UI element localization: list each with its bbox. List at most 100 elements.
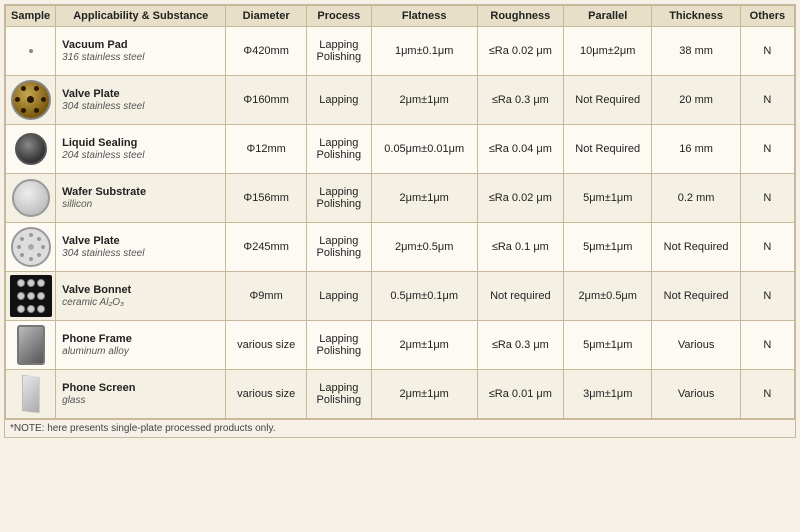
- item-subtitle: 316 stainless steel: [62, 52, 144, 63]
- item-name: Phone Screen: [62, 382, 135, 394]
- diameter-cell: various size: [226, 321, 307, 370]
- process-cell: Lapping Polishing: [306, 223, 371, 272]
- item-name: Wafer Substrate: [62, 186, 146, 198]
- item-subtitle: glass: [62, 395, 85, 406]
- others-cell: N: [740, 125, 794, 174]
- item-name: Phone Frame: [62, 333, 132, 345]
- col-sample: Sample: [6, 6, 56, 27]
- table-row: Valve Plate304 stainless steelΦ160mmLapp…: [6, 76, 795, 125]
- process-cell: Lapping Polishing: [306, 174, 371, 223]
- diameter-cell: various size: [226, 370, 307, 419]
- col-thickness: Thickness: [652, 6, 740, 27]
- item-name: Valve Plate: [62, 88, 120, 100]
- thickness-cell: 16 mm: [652, 125, 740, 174]
- flatness-cell: 2μm±1μm: [371, 370, 477, 419]
- sample-image: [9, 29, 53, 73]
- item-name-cell: Vacuum Pad316 stainless steel: [56, 27, 226, 76]
- roughness-cell: ≤Ra 0.02 μm: [477, 174, 563, 223]
- col-others: Others: [740, 6, 794, 27]
- item-name-cell: Phone Screenglass: [56, 370, 226, 419]
- table-row: Valve Bonnetceramic Al₂O₃Φ9mmLapping0.5μ…: [6, 272, 795, 321]
- col-flatness: Flatness: [371, 6, 477, 27]
- col-roughness: Roughness: [477, 6, 563, 27]
- item-name: Valve Bonnet: [62, 284, 131, 296]
- parallel-cell: 2μm±0.5μm: [564, 272, 652, 321]
- table-row: Vacuum Pad316 stainless steelΦ420mmLappi…: [6, 27, 795, 76]
- sample-image-cell: [6, 370, 56, 419]
- diameter-cell: Φ9mm: [226, 272, 307, 321]
- sample-image: [9, 127, 53, 171]
- diameter-cell: Φ245mm: [226, 223, 307, 272]
- process-cell: Lapping: [306, 272, 371, 321]
- thickness-cell: 0.2 mm: [652, 174, 740, 223]
- roughness-cell: ≤Ra 0.02 μm: [477, 27, 563, 76]
- specifications-table: Sample Applicability & Substance Diamete…: [5, 5, 795, 419]
- others-cell: N: [740, 223, 794, 272]
- table-note: *NOTE: here presents single-plate proces…: [5, 419, 795, 437]
- item-subtitle: ceramic Al₂O₃: [62, 297, 124, 308]
- table-row: Phone Framealuminum alloyvarious sizeLap…: [6, 321, 795, 370]
- item-subtitle: 204 stainless steel: [62, 150, 144, 161]
- thickness-cell: 38 mm: [652, 27, 740, 76]
- parallel-cell: 5μm±1μm: [564, 321, 652, 370]
- diameter-cell: Φ160mm: [226, 76, 307, 125]
- item-name: Valve Plate: [62, 235, 120, 247]
- parallel-cell: Not Required: [564, 76, 652, 125]
- flatness-cell: 2μm±1μm: [371, 76, 477, 125]
- sample-image: [9, 78, 53, 122]
- sample-image: [9, 323, 53, 367]
- sample-image: [9, 225, 53, 269]
- sample-image-cell: [6, 174, 56, 223]
- flatness-cell: 2μm±0.5μm: [371, 223, 477, 272]
- parallel-cell: Not Required: [564, 125, 652, 174]
- col-diameter: Diameter: [226, 6, 307, 27]
- sample-image-cell: [6, 223, 56, 272]
- table-row: Valve Plate304 stainless steelΦ245mmLapp…: [6, 223, 795, 272]
- item-name-cell: Valve Plate304 stainless steel: [56, 223, 226, 272]
- others-cell: N: [740, 76, 794, 125]
- sample-image: [9, 274, 53, 318]
- roughness-cell: ≤Ra 0.04 μm: [477, 125, 563, 174]
- flatness-cell: 0.05μm±0.01μm: [371, 125, 477, 174]
- thickness-cell: 20 mm: [652, 76, 740, 125]
- parallel-cell: 5μm±1μm: [564, 223, 652, 272]
- item-name-cell: Valve Bonnetceramic Al₂O₃: [56, 272, 226, 321]
- others-cell: N: [740, 321, 794, 370]
- item-subtitle: aluminum alloy: [62, 346, 129, 357]
- process-cell: Lapping Polishing: [306, 125, 371, 174]
- sample-image: [9, 176, 53, 220]
- item-name-cell: Phone Framealuminum alloy: [56, 321, 226, 370]
- diameter-cell: Φ12mm: [226, 125, 307, 174]
- table-row: Wafer SubstratesilliconΦ156mmLapping Pol…: [6, 174, 795, 223]
- item-name-cell: Liquid Sealing204 stainless steel: [56, 125, 226, 174]
- table-row: Liquid Sealing204 stainless steelΦ12mmLa…: [6, 125, 795, 174]
- parallel-cell: 3μm±1μm: [564, 370, 652, 419]
- roughness-cell: ≤Ra 0.1 μm: [477, 223, 563, 272]
- parallel-cell: 5μm±1μm: [564, 174, 652, 223]
- flatness-cell: 2μm±1μm: [371, 174, 477, 223]
- parallel-cell: 10μm±2μm: [564, 27, 652, 76]
- process-cell: Lapping: [306, 76, 371, 125]
- others-cell: N: [740, 27, 794, 76]
- sample-image-cell: [6, 27, 56, 76]
- item-name-cell: Valve Plate304 stainless steel: [56, 76, 226, 125]
- thickness-cell: Various: [652, 321, 740, 370]
- item-name: Vacuum Pad: [62, 39, 127, 51]
- others-cell: N: [740, 370, 794, 419]
- thickness-cell: Various: [652, 370, 740, 419]
- roughness-cell: ≤Ra 0.01 μm: [477, 370, 563, 419]
- header-row: Sample Applicability & Substance Diamete…: [6, 6, 795, 27]
- col-parallel: Parallel: [564, 6, 652, 27]
- sample-image: [9, 372, 53, 416]
- thickness-cell: Not Required: [652, 272, 740, 321]
- table-body: Vacuum Pad316 stainless steelΦ420mmLappi…: [6, 27, 795, 419]
- item-subtitle: 304 stainless steel: [62, 248, 144, 259]
- diameter-cell: Φ420mm: [226, 27, 307, 76]
- roughness-cell: Not required: [477, 272, 563, 321]
- sample-image-cell: [6, 272, 56, 321]
- item-name-cell: Wafer Substratesillicon: [56, 174, 226, 223]
- item-name: Liquid Sealing: [62, 137, 137, 149]
- table-row: Phone Screenglassvarious sizeLapping Pol…: [6, 370, 795, 419]
- process-cell: Lapping Polishing: [306, 321, 371, 370]
- sample-image-cell: [6, 321, 56, 370]
